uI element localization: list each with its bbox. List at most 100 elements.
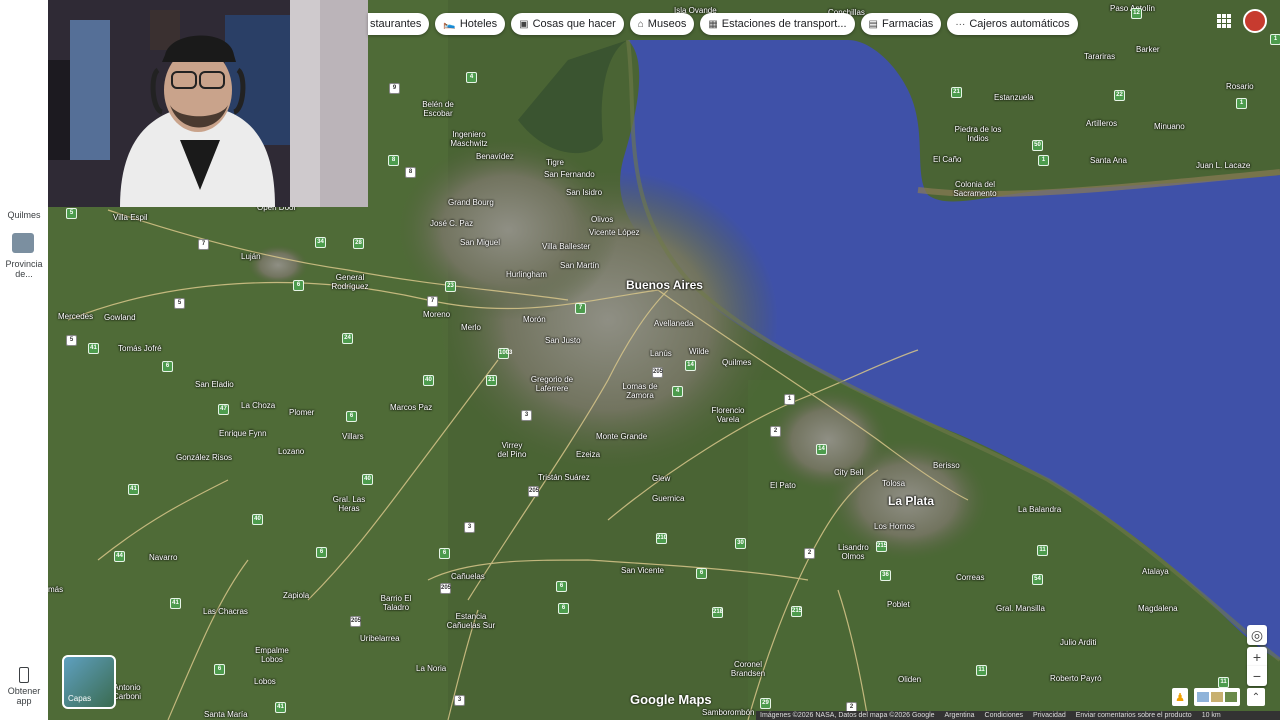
scale-label[interactable]: 10 km — [1202, 711, 1221, 720]
place-canuelas[interactable]: Cañuelas — [451, 572, 485, 581]
place-virrey[interactable]: Virrey del Pino — [497, 441, 527, 459]
place-guernica[interactable]: Guernica — [652, 494, 684, 503]
place-colonia[interactable]: Colonia del Sacramento — [948, 180, 1002, 198]
place-jose-c-paz[interactable]: José C. Paz — [430, 219, 473, 228]
country-link[interactable]: Argentina — [945, 711, 975, 720]
place-city-bell[interactable]: City Bell — [834, 468, 863, 477]
place-tomas-jofre[interactable]: Tomás Jofré — [118, 344, 162, 353]
place-quilmes[interactable]: Quilmes — [722, 358, 751, 367]
place-villa-espil[interactable]: Villa Espil — [113, 213, 148, 222]
place-san-fernando[interactable]: San Fernando — [544, 170, 595, 179]
place-barker[interactable]: Barker — [1136, 45, 1160, 54]
place-magdalena[interactable]: Magdalena — [1138, 604, 1178, 613]
place-ingeniero[interactable]: Ingeniero Maschwitz — [446, 130, 492, 148]
place-navarro[interactable]: Navarro — [149, 553, 177, 562]
terms-link[interactable]: Condiciones — [985, 711, 1024, 720]
apps-grid-icon[interactable] — [1217, 14, 1231, 28]
place-san-isidro[interactable]: San Isidro — [566, 188, 602, 197]
place-julio-arditi[interactable]: Julio Arditi — [1060, 638, 1096, 647]
place-berisso[interactable]: Berisso — [933, 461, 960, 470]
place-uribelarrea[interactable]: Uribelarrea — [360, 634, 400, 643]
place-artilleros[interactable]: Artilleros — [1086, 119, 1117, 128]
expand-icon[interactable]: ⌃ — [1247, 688, 1265, 706]
chip-farmacias[interactable]: ▤ Farmacias — [860, 13, 942, 35]
place-wilde[interactable]: Wilde — [689, 347, 709, 356]
phone-icon[interactable] — [19, 667, 29, 683]
my-location-button[interactable]: ◎ — [1247, 625, 1267, 645]
zoom-out-button[interactable]: − — [1247, 666, 1267, 686]
place-mas[interactable]: más — [48, 585, 63, 594]
place-el-pato[interactable]: El Pato — [770, 481, 796, 490]
chip-estaciones[interactable]: ▦ Estaciones de transport... — [700, 13, 855, 35]
privacy-link[interactable]: Privacidad — [1033, 711, 1066, 720]
chip-cosas-que-hacer[interactable]: ▣ Cosas que hacer — [511, 13, 624, 35]
place-minuano[interactable]: Minuano — [1154, 122, 1185, 131]
place-gowland[interactable]: Gowland — [104, 313, 136, 322]
place-belen[interactable]: Belén de Escobar — [418, 100, 458, 118]
place-monte-grande[interactable]: Monte Grande — [596, 432, 647, 441]
place-lozano[interactable]: Lozano — [278, 447, 304, 456]
chip-museos[interactable]: ⌂ Museos — [629, 13, 695, 35]
place-estancia[interactable]: Estancia Cañuelas Sur — [446, 612, 496, 630]
place-los-hornos[interactable]: Los Hornos — [874, 522, 915, 531]
place-ezeiza[interactable]: Ezeiza — [576, 450, 600, 459]
place-moreno[interactable]: Moreno — [423, 310, 450, 319]
recent-quilmes-label[interactable]: Quilmes — [0, 210, 48, 220]
chip-cajeros[interactable]: ··· Cajeros automáticos — [947, 13, 1078, 35]
place-la-balandra[interactable]: La Balandra — [1018, 505, 1061, 514]
place-tristan-suarez[interactable]: Tristán Suárez — [538, 473, 590, 482]
place-empalme[interactable]: Empalme Lobos — [254, 646, 290, 664]
place-las-chacras[interactable]: Las Chacras — [203, 607, 248, 616]
place-florencio-varela[interactable]: Florencio Varela — [708, 406, 748, 424]
place-poblet[interactable]: Poblet — [887, 600, 910, 609]
place-lujan[interactable]: Luján — [241, 252, 261, 261]
place-correas[interactable]: Correas — [956, 573, 984, 582]
place-roberto-payro[interactable]: Roberto Payró — [1050, 674, 1102, 683]
place-gregorio[interactable]: Gregorio de Laferrere — [530, 375, 574, 393]
place-benavidez[interactable]: Benavídez — [476, 152, 514, 161]
place-hurlingham[interactable]: Hurlingham — [506, 270, 547, 279]
place-olivos[interactable]: Olivos — [591, 215, 613, 224]
place-san-miguel[interactable]: San Miguel — [460, 238, 500, 247]
place-lanus[interactable]: Lanús — [650, 349, 672, 358]
place-zapiola[interactable]: Zapiola — [283, 591, 309, 600]
place-san-eladio[interactable]: San Eladio — [195, 380, 234, 389]
place-la-choza[interactable]: La Choza — [241, 401, 275, 410]
imagery-thumbnails[interactable] — [1194, 688, 1240, 706]
place-estanzuela[interactable]: Estanzuela — [994, 93, 1034, 102]
place-grand-bourg[interactable]: Grand Bourg — [448, 198, 494, 207]
place-atalaya[interactable]: Atalaya — [1142, 567, 1169, 576]
place-enrique-fynn[interactable]: Enrique Fynn — [219, 429, 267, 438]
place-marcos-paz[interactable]: Marcos Paz — [390, 403, 432, 412]
recent-place-thumbnail[interactable] — [12, 233, 34, 253]
place-oliden[interactable]: Oliden — [898, 675, 921, 684]
place-lobos[interactable]: Lobos — [254, 677, 276, 686]
place-san-vicente[interactable]: San Vicente — [621, 566, 664, 575]
place-mercedes[interactable]: Mercedes — [58, 312, 93, 321]
place-rosario[interactable]: Rosario — [1226, 82, 1254, 91]
place-villa-ballester[interactable]: Villa Ballester — [542, 242, 590, 251]
place-villars[interactable]: Villars — [342, 432, 364, 441]
place-vicente-lopez[interactable]: Vicente López — [589, 228, 640, 237]
place-merlo[interactable]: Merlo — [461, 323, 481, 332]
feedback-link[interactable]: Enviar comentarios sobre el producto — [1076, 711, 1192, 720]
place-general-rodriguez[interactable]: General Rodríguez — [330, 273, 370, 291]
place-lomas[interactable]: Lomas de Zamora — [620, 382, 660, 400]
place-samborombon[interactable]: Samborombón — [702, 708, 754, 717]
place-lisandro-olmos[interactable]: Lisandro Olmos — [838, 543, 869, 561]
place-san-martin[interactable]: San Martín — [560, 261, 599, 270]
place-gral-mansilla[interactable]: Gral. Mansilla — [996, 604, 1045, 613]
layers-button[interactable]: Capas — [62, 655, 116, 709]
place-juan-lacaze[interactable]: Juan L. Lacaze — [1196, 161, 1250, 170]
place-tarariras[interactable]: Tarariras — [1084, 52, 1115, 61]
chip-hoteles[interactable]: 🛌 Hoteles — [435, 13, 506, 35]
place-avellaneda[interactable]: Avellaneda — [654, 319, 693, 328]
place-glew[interactable]: Glew — [652, 474, 670, 483]
place-coronel-brandsen[interactable]: Coronel Brandsen — [730, 660, 766, 678]
place-barrio-talado[interactable]: Barrio El Taladro — [378, 594, 414, 612]
place-san-justo[interactable]: San Justo — [545, 336, 581, 345]
place-plomer[interactable]: Plomer — [289, 408, 314, 417]
chip-restaurantes[interactable]: staurantes — [368, 13, 430, 35]
place-santa-maria[interactable]: Santa María — [204, 710, 248, 719]
place-gonzalez-risos[interactable]: González Risos — [176, 453, 232, 462]
